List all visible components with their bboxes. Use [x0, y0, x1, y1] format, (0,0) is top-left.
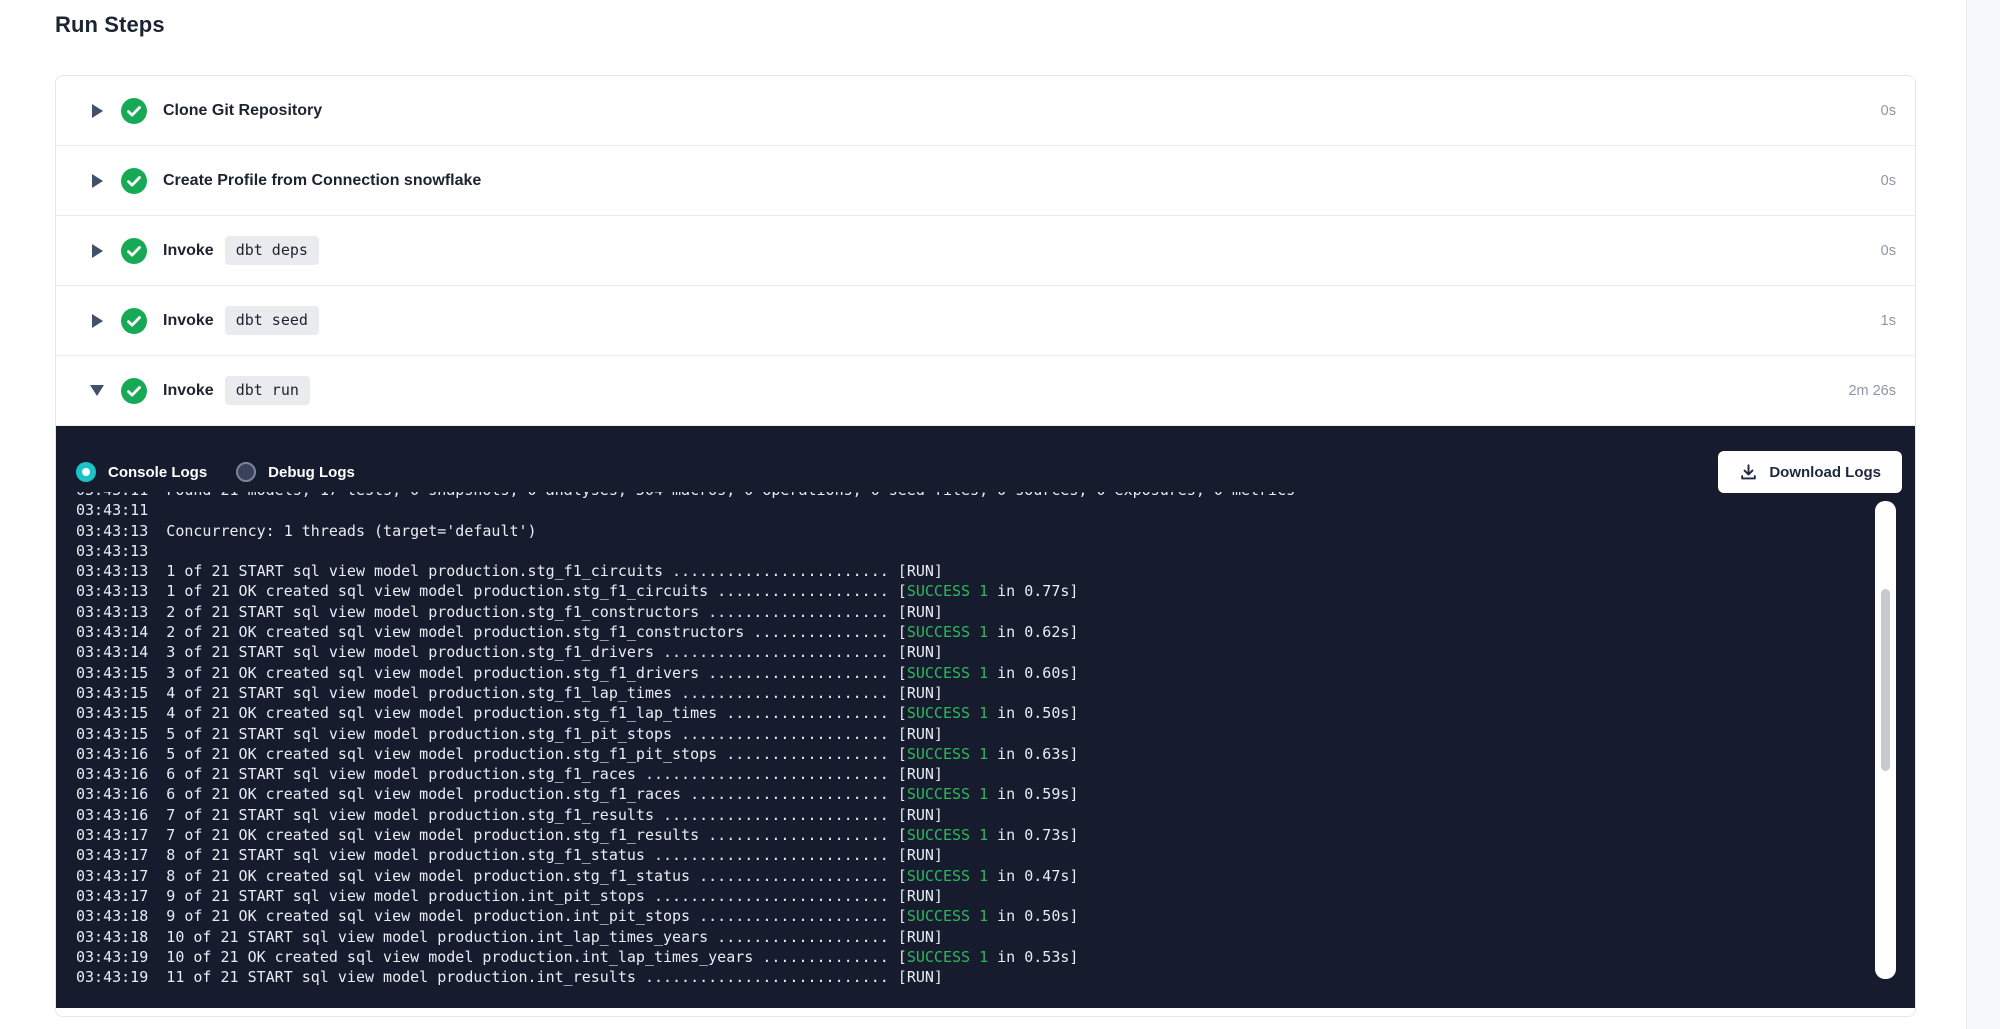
step-duration: 0s	[1881, 103, 1896, 119]
log-line: 03:43:16 6 of 21 START sql view model pr…	[76, 764, 1815, 784]
radio-label: Console Logs	[108, 464, 207, 481]
step-duration: 2m 26s	[1848, 383, 1896, 399]
log-line: 03:43:11 Found 21 models, 17 tests, 0 sn…	[76, 492, 1815, 500]
success-check-icon	[121, 168, 147, 194]
step-row-invoke-dbt-seed[interactable]: Invoke dbt seed 1s	[56, 286, 1915, 356]
radio-selected-icon[interactable]	[76, 462, 96, 482]
radio-label: Debug Logs	[268, 464, 355, 481]
expand-caret-icon[interactable]	[89, 244, 105, 258]
log-line: 03:43:19 10 of 21 OK created sql view mo…	[76, 947, 1815, 967]
log-line: 03:43:11	[76, 500, 1815, 520]
log-line: 03:43:18 9 of 21 OK created sql view mod…	[76, 906, 1815, 926]
step-label: Clone Git Repository	[163, 102, 322, 120]
log-line: 03:43:17 8 of 21 OK created sql view mod…	[76, 866, 1815, 886]
command-badge: dbt run	[225, 376, 310, 405]
log-line: 03:43:16 7 of 21 START sql view model pr…	[76, 805, 1815, 825]
step-row-invoke-dbt-run[interactable]: Invoke dbt run 2m 26s	[56, 356, 1915, 426]
log-lines: 03:43:11 Found 21 models, 17 tests, 0 sn…	[76, 492, 1815, 987]
run-steps-card: Clone Git Repository 0s Create Profile f…	[55, 75, 1916, 1017]
log-line: 03:43:13 2 of 21 START sql view model pr…	[76, 602, 1815, 622]
log-panel-header: Console Logs Debug Logs Download Logs	[76, 451, 1902, 493]
log-line: 03:43:17 8 of 21 START sql view model pr…	[76, 845, 1815, 865]
console-log-output: 03:43:11 Found 21 models, 17 tests, 0 sn…	[76, 492, 1815, 1004]
log-line: 03:43:14 2 of 21 OK created sql view mod…	[76, 622, 1815, 642]
step-row-invoke-dbt-deps[interactable]: Invoke dbt deps 0s	[56, 216, 1915, 286]
download-label: Download Logs	[1769, 464, 1881, 481]
log-line: 03:43:13 1 of 21 OK created sql view mod…	[76, 581, 1815, 601]
step-duration: 0s	[1881, 173, 1896, 189]
command-badge: dbt deps	[225, 236, 319, 265]
log-line: 03:43:17 9 of 21 START sql view model pr…	[76, 886, 1815, 906]
success-check-icon	[121, 98, 147, 124]
collapse-caret-icon[interactable]	[89, 385, 105, 396]
step-row-create-profile[interactable]: Create Profile from Connection snowflake…	[56, 146, 1915, 216]
step-label: Create Profile from Connection snowflake	[163, 172, 481, 190]
expand-caret-icon[interactable]	[89, 314, 105, 328]
radio-console-logs[interactable]: Console Logs	[76, 462, 207, 482]
log-line: 03:43:18 10 of 21 START sql view model p…	[76, 927, 1815, 947]
log-line: 03:43:13 Concurrency: 1 threads (target=…	[76, 521, 1815, 541]
download-logs-button[interactable]: Download Logs	[1718, 451, 1902, 493]
step-label: Invoke	[163, 242, 214, 260]
page-title: Run Steps	[55, 12, 165, 38]
step-duration: 1s	[1881, 313, 1896, 329]
step-duration: 0s	[1881, 243, 1896, 259]
log-line: 03:43:15 4 of 21 OK created sql view mod…	[76, 703, 1815, 723]
expand-caret-icon[interactable]	[89, 174, 105, 188]
page-right-gutter	[1966, 0, 2000, 1029]
step-row-clone-git-repository[interactable]: Clone Git Repository 0s	[56, 76, 1915, 146]
success-check-icon	[121, 238, 147, 264]
download-icon	[1739, 463, 1758, 482]
log-line: 03:43:16 5 of 21 OK created sql view mod…	[76, 744, 1815, 764]
success-check-icon	[121, 308, 147, 334]
log-scrollbar-track[interactable]	[1875, 501, 1896, 979]
command-badge: dbt seed	[225, 306, 319, 335]
card-footer	[56, 1008, 1915, 1016]
log-line: 03:43:15 5 of 21 START sql view model pr…	[76, 724, 1815, 744]
log-line: 03:43:17 7 of 21 OK created sql view mod…	[76, 825, 1815, 845]
success-check-icon	[121, 378, 147, 404]
step-label: Invoke	[163, 312, 214, 330]
log-line: 03:43:16 6 of 21 OK created sql view mod…	[76, 784, 1815, 804]
log-scrollbar-thumb[interactable]	[1881, 589, 1890, 771]
console-log-panel: Console Logs Debug Logs Download Logs 03…	[56, 426, 1915, 1008]
log-line: 03:43:15 3 of 21 OK created sql view mod…	[76, 663, 1815, 683]
log-line: 03:43:14 3 of 21 START sql view model pr…	[76, 642, 1815, 662]
radio-unselected-icon[interactable]	[236, 462, 256, 482]
log-line: 03:43:13	[76, 541, 1815, 561]
radio-debug-logs[interactable]: Debug Logs	[236, 462, 355, 482]
log-line: 03:43:13 1 of 21 START sql view model pr…	[76, 561, 1815, 581]
expand-caret-icon[interactable]	[89, 104, 105, 118]
log-line: 03:43:15 4 of 21 START sql view model pr…	[76, 683, 1815, 703]
step-label: Invoke	[163, 382, 214, 400]
log-line: 03:43:19 11 of 21 START sql view model p…	[76, 967, 1815, 987]
